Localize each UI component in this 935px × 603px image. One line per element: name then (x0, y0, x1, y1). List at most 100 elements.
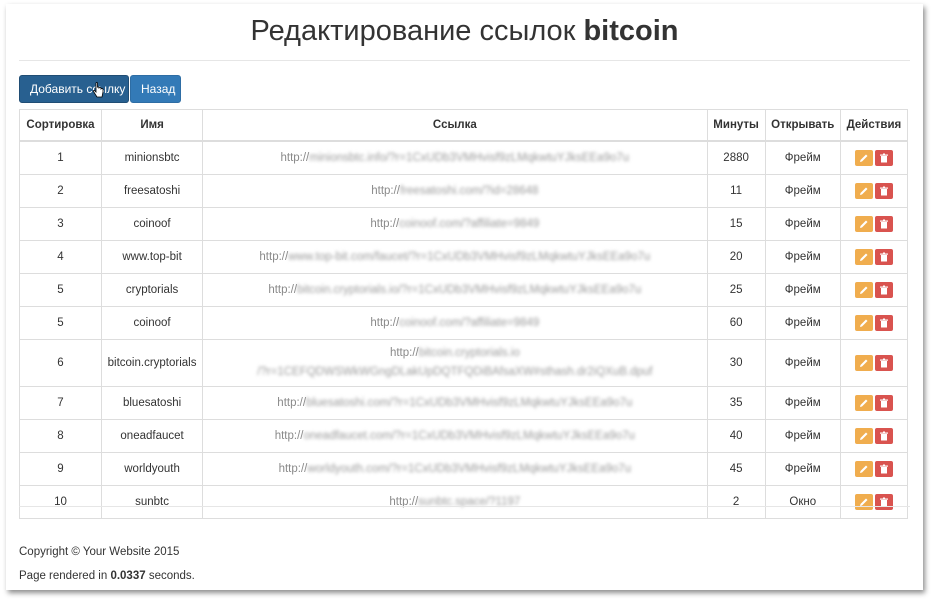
cell-sort: 2 (19, 174, 102, 208)
cell-name: bluesatoshi (100, 386, 204, 420)
delete-button[interactable] (874, 183, 893, 199)
table-row: 3 coinoof http://coinoof.com/?affiliate=98… (19, 207, 909, 241)
col-header-link: Ссылка (202, 109, 708, 142)
delete-button[interactable] (874, 150, 893, 166)
bottom-divider (19, 506, 910, 507)
cell-open: Фрейм (764, 452, 841, 486)
delete-button[interactable] (874, 461, 893, 477)
edit-button[interactable] (854, 395, 873, 411)
edit-button[interactable] (854, 282, 873, 298)
link-rest: bluesatoshi.com/?r=1CxUDb3VMHvisf9zLMqkw… (306, 397, 633, 409)
cell-minutes: 2 (706, 485, 766, 519)
cell-actions (839, 273, 909, 307)
delete-button[interactable] (874, 282, 893, 298)
link-prefix: http:// (371, 185, 401, 197)
cell-actions (839, 339, 909, 387)
cell-minutes: 35 (706, 386, 766, 420)
cell-name: freesatoshi (100, 174, 204, 208)
cell-sort: 3 (19, 207, 102, 241)
page-title-prefix: Редактирование ссылок (250, 15, 576, 47)
link-rest: oneadfaucet.com/?r=1CxUDb3VMHvisf9zLMqkw… (303, 430, 635, 442)
cell-name: www.top-bit (100, 240, 204, 274)
link-rest: freesatoshi.com/?id=28648 (400, 185, 539, 197)
table-row: 2 freesatoshi http://freesatoshi.com/?id=2… (19, 174, 909, 208)
cell-minutes: 45 (706, 452, 766, 486)
link-prefix: http:// (389, 347, 419, 359)
delete-button[interactable] (874, 249, 893, 265)
table-row: 5 coinoof http://coinoof.com/?affiliate=98… (19, 306, 909, 340)
delete-button[interactable] (874, 216, 893, 232)
delete-button[interactable] (874, 355, 893, 371)
cell-sort: 4 (19, 240, 102, 274)
cell-open: Фрейм (764, 174, 841, 208)
edit-button[interactable] (854, 216, 873, 232)
delete-button[interactable] (874, 428, 893, 444)
cell-open: Фрейм (764, 419, 841, 453)
link-rest: coinoof.com/?affiliate=9849 (399, 218, 540, 230)
delete-button[interactable] (874, 395, 893, 411)
link-rest: bitcoin.cryptorials.io/?r=1CxUDb3VMHvisf… (297, 284, 642, 296)
col-header-name: Имя (100, 109, 204, 142)
cell-link: http://worldyouth.com/?r=1CxUDb3VMHvisf9… (202, 452, 708, 486)
rendered-prefix: Page rendered in (19, 570, 108, 582)
delete-button[interactable] (874, 315, 893, 331)
table-row: 8 oneadfaucet http://oneadfaucet.com/?r=1C… (19, 419, 909, 453)
link-rest: minionsbtc.info/?r=1CxUDb3VMHvisf9zLMqkw… (309, 152, 630, 164)
edit-button[interactable] (854, 494, 873, 510)
cell-name: coinoof (100, 207, 204, 241)
edit-button[interactable] (854, 461, 873, 477)
edit-button[interactable] (854, 183, 873, 199)
edit-button[interactable] (854, 428, 873, 444)
edit-button[interactable] (854, 355, 873, 371)
add-link-button[interactable]: Добавить ссылку (19, 75, 129, 103)
cell-actions (839, 452, 909, 486)
rendered-suffix: seconds. (148, 570, 195, 582)
table-row: 7 bluesatoshi http://bluesatoshi.com/?r=1C… (19, 386, 909, 420)
link-prefix: http:// (259, 251, 289, 263)
edit-button[interactable] (854, 315, 873, 331)
cell-open: Фрейм (764, 240, 841, 274)
col-header-open: Открывать (764, 109, 841, 142)
cell-open: Окно (764, 485, 841, 519)
top-divider (19, 60, 910, 61)
footer-rendered: Page rendered in 0.0337 seconds. (19, 570, 195, 582)
table-row: 4 www.top-bit http://www.top-bit.com/fauce… (19, 240, 909, 274)
link-rest: www.top-bit.com/faucet/?r=1CxUDb3VMHvisf… (288, 251, 651, 263)
back-button[interactable]: Назад (130, 75, 181, 103)
table-row: 1 minionsbtc http://minionsbtc.info/?r=1Cx… (19, 140, 909, 175)
cell-open: Фрейм (764, 339, 841, 387)
table-row: 10 sunbtc http://sunbtc.space/?1197 2 Окно (19, 485, 909, 519)
cell-actions (839, 240, 909, 274)
cell-sort: 8 (19, 419, 102, 453)
delete-button[interactable] (874, 494, 893, 510)
edit-button[interactable] (854, 150, 873, 166)
link-prefix: http:// (370, 218, 400, 230)
cell-name: oneadfaucet (100, 419, 204, 453)
cell-minutes: 15 (706, 207, 766, 241)
cell-name: minionsbtc (100, 140, 204, 175)
cell-link: http://minionsbtc.info/?r=1CxUDb3VMHvisf… (202, 140, 708, 175)
cell-sort: 5 (19, 306, 102, 340)
cell-link: http://coinoof.com/?affiliate=9849 (202, 306, 708, 340)
cell-open: Фрейм (764, 273, 841, 307)
cell-minutes: 60 (706, 306, 766, 340)
cell-sort: 7 (19, 386, 102, 420)
cell-minutes: 25 (706, 273, 766, 307)
edit-button[interactable] (854, 249, 873, 265)
cell-actions (839, 386, 909, 420)
cell-actions (839, 485, 909, 519)
cell-open: Фрейм (764, 306, 841, 340)
cell-actions (839, 174, 909, 208)
cell-sort: 1 (19, 140, 102, 175)
page-frame: Редактирование ссылок bitcoin Добавить с… (6, 4, 923, 590)
cell-link: http://bluesatoshi.com/?r=1CxUDb3VMHvisf… (202, 386, 708, 420)
cell-minutes: 11 (706, 174, 766, 208)
cell-minutes: 30 (706, 339, 766, 387)
cell-sort: 9 (19, 452, 102, 486)
cell-open: Фрейм (764, 140, 841, 175)
cell-link: http://sunbtc.space/?1197 (202, 485, 708, 519)
link-rest: bitcoin.cryptorials.io (418, 347, 520, 359)
col-header-minutes: Минуты (706, 109, 766, 142)
cell-name: bitcoin.cryptorials (100, 339, 204, 387)
link-prefix: http:// (280, 152, 310, 164)
